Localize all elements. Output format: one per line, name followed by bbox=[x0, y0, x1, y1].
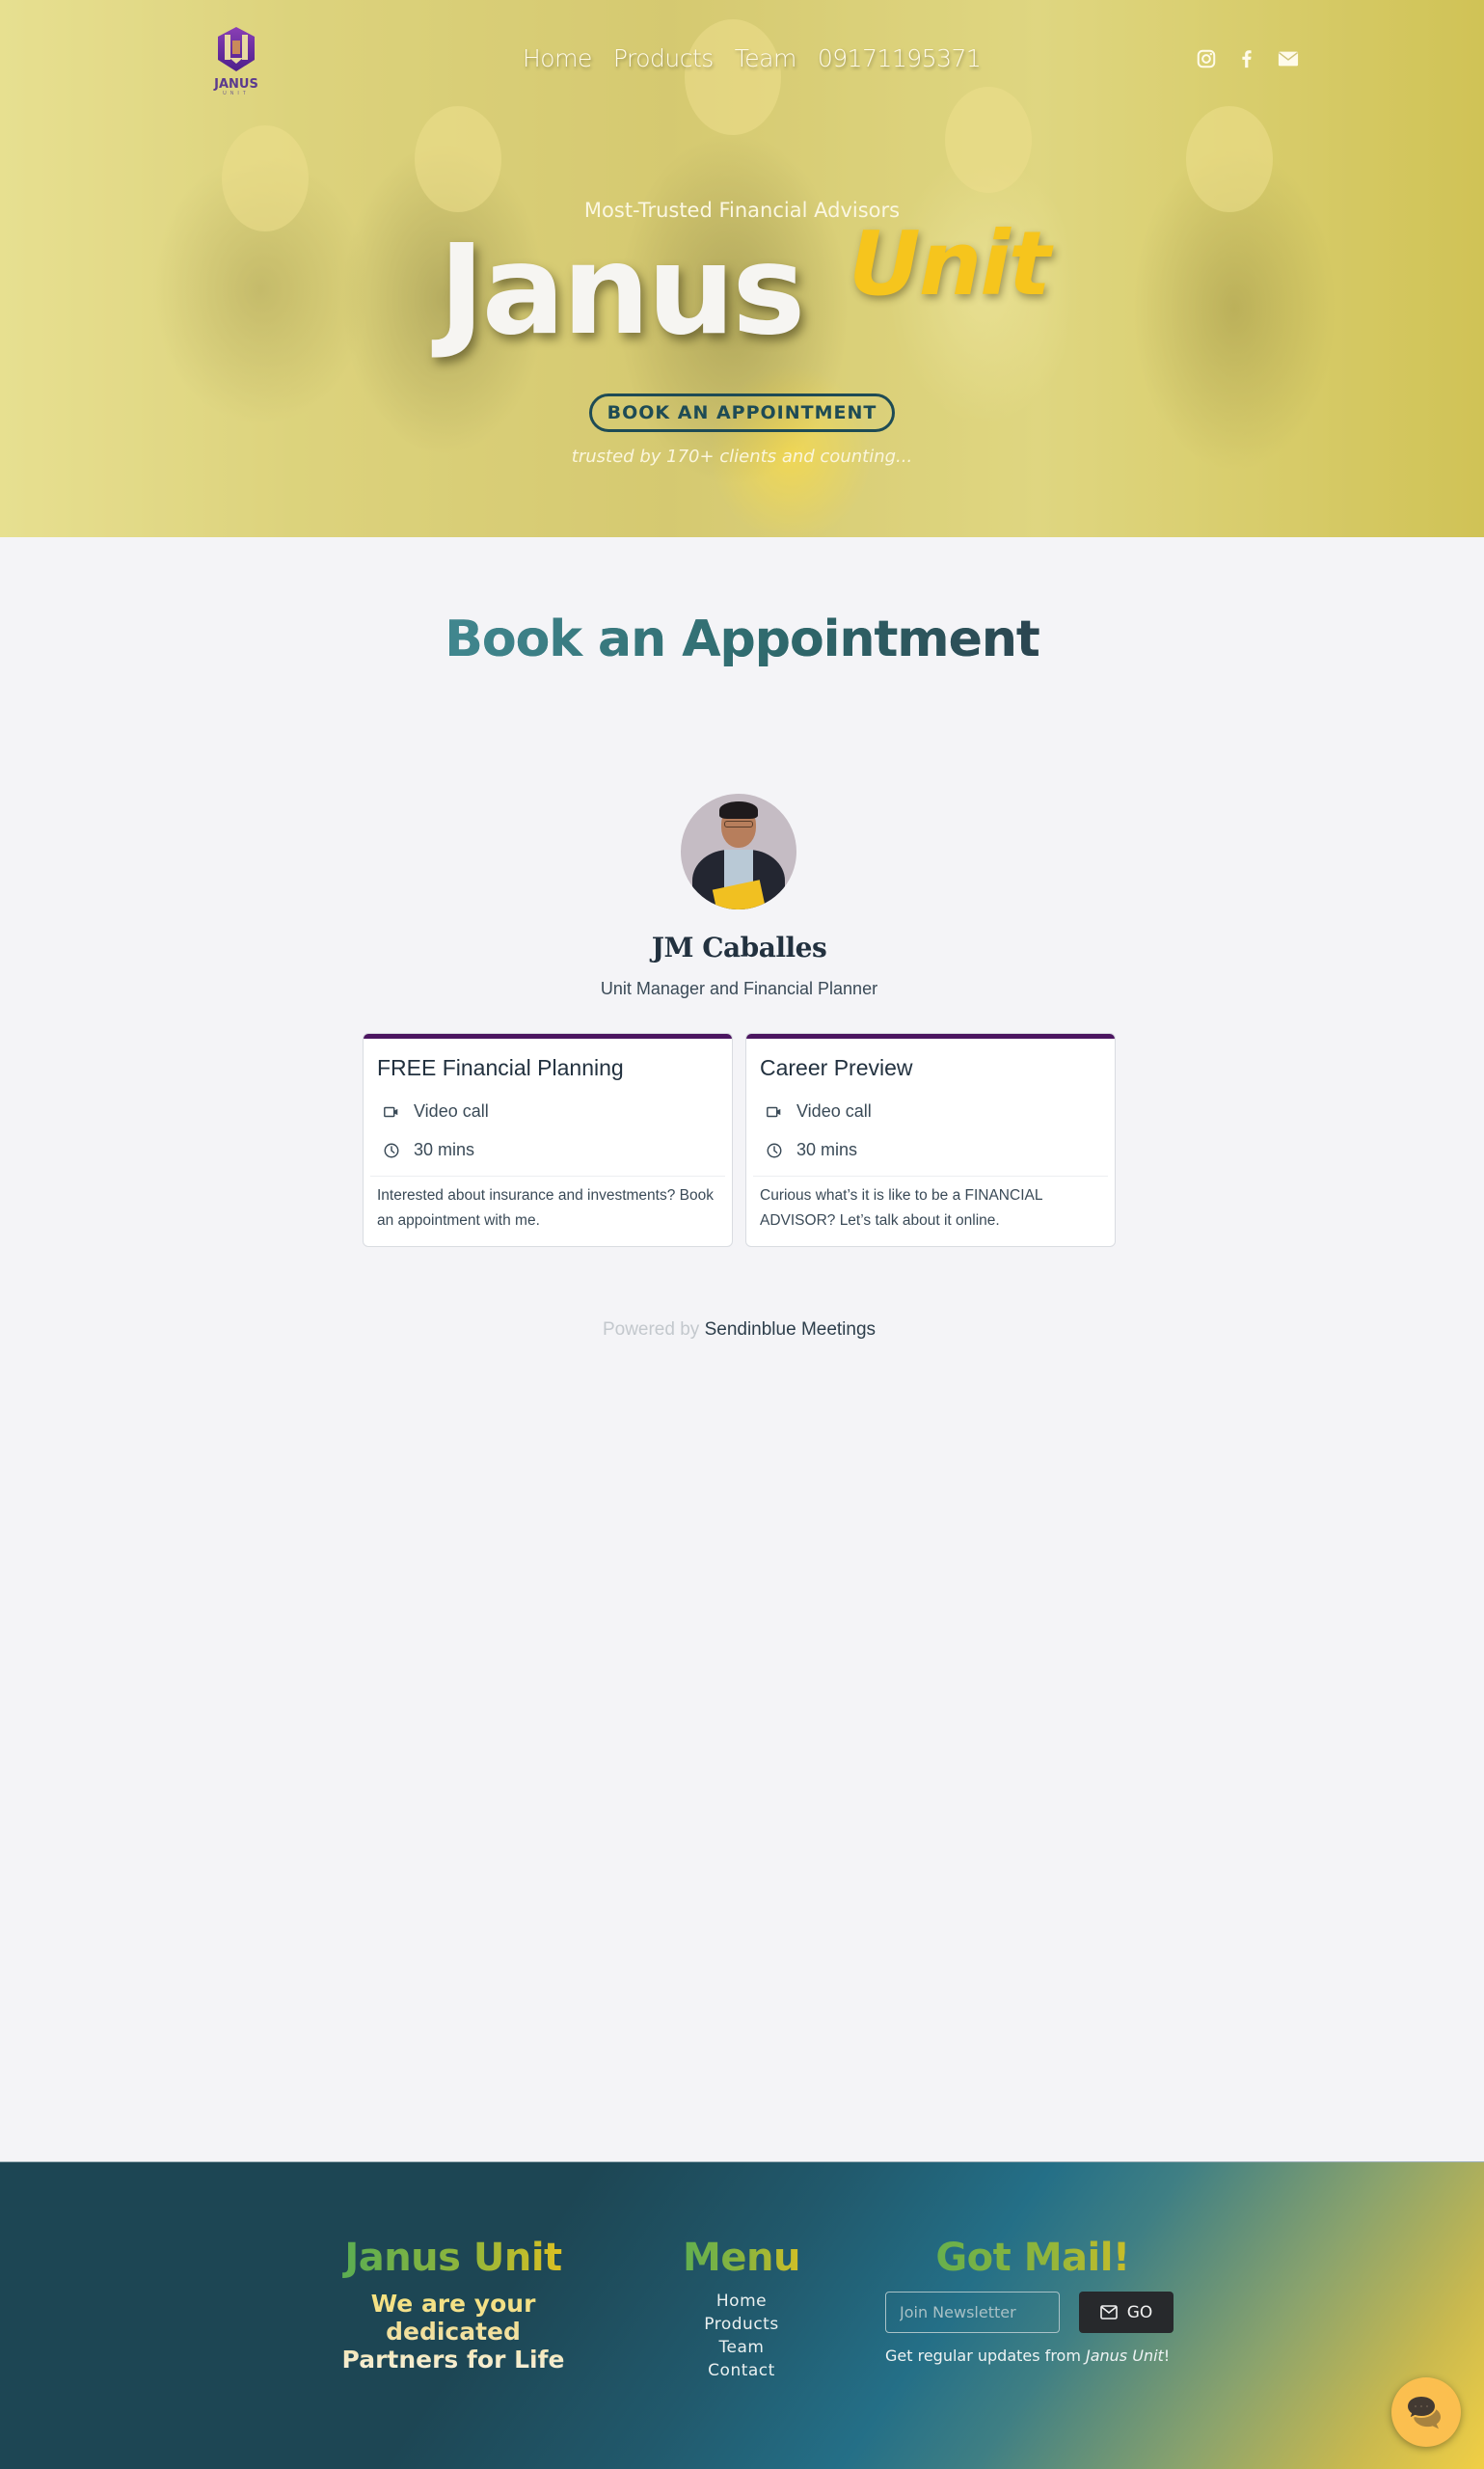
booking-title: Book an Appointment bbox=[0, 610, 1484, 668]
envelope-icon bbox=[1099, 2305, 1118, 2320]
powered-by: Powered by Sendinblue Meetings bbox=[0, 1319, 1478, 1341]
sendinblue-meetings-link[interactable]: Sendinblue Meetings bbox=[705, 1319, 876, 1340]
meeting-title: Career Preview bbox=[760, 1055, 913, 1080]
logo-sub: UNIT bbox=[223, 91, 250, 96]
video-camera-icon bbox=[767, 1106, 781, 1117]
footer-slogan: We are your dedicated Partners for Life bbox=[328, 2290, 579, 2374]
main-nav: Home Products Team 09171195371 bbox=[523, 44, 982, 72]
card-divider bbox=[370, 1176, 725, 1177]
meeting-duration: 30 mins bbox=[383, 1140, 474, 1160]
person-role: Unit Manager and Financial Planner bbox=[600, 979, 878, 998]
meeting-type: Video call bbox=[383, 1101, 489, 1122]
newsletter-note-suffix: ! bbox=[1163, 2347, 1171, 2365]
nav-team[interactable]: Team bbox=[735, 44, 797, 72]
video-camera-icon bbox=[384, 1106, 398, 1117]
nav-products[interactable]: Products bbox=[613, 44, 714, 72]
social-links bbox=[1196, 48, 1299, 69]
footer-menu: Menu Home Products Team Contact bbox=[665, 2236, 818, 2380]
footer-menu-title: Menu bbox=[665, 2236, 818, 2280]
meeting-card-financial-planning[interactable]: FREE Financial Planning Video call 30 mi… bbox=[363, 1033, 733, 1247]
booking-title-text: Book an Appointment bbox=[445, 610, 1039, 668]
hero-banner: JANUS UNIT Home Products Team 0917119537… bbox=[0, 0, 1484, 537]
meeting-type-label: Video call bbox=[414, 1101, 489, 1121]
logo-name: JANUS bbox=[214, 77, 258, 92]
instagram-icon[interactable] bbox=[1196, 48, 1217, 69]
meeting-title: FREE Financial Planning bbox=[377, 1055, 624, 1080]
newsletter-note: Get regular updates from Janus Unit! bbox=[885, 2347, 1174, 2365]
book-appointment-button[interactable]: BOOK AN APPOINTMENT bbox=[589, 393, 895, 432]
hero-title-main: Janus bbox=[439, 219, 805, 363]
footer-link-products[interactable]: Products bbox=[704, 2315, 778, 2334]
meeting-type: Video call bbox=[766, 1101, 872, 1122]
footer-link-contact[interactable]: Contact bbox=[708, 2361, 775, 2380]
newsletter-note-brand: Janus Unit bbox=[1086, 2347, 1164, 2365]
logo-icon bbox=[218, 27, 255, 71]
clock-icon bbox=[384, 1143, 399, 1157]
powered-by-prefix: Powered by bbox=[602, 1319, 700, 1340]
meeting-card-career-preview[interactable]: Career Preview Video call 30 mins Curiou… bbox=[745, 1033, 1116, 1247]
nav-phone[interactable]: 09171195371 bbox=[818, 44, 982, 72]
hero-title-accent: Unit bbox=[849, 212, 1051, 315]
chat-bubbles-icon bbox=[1405, 2394, 1441, 2429]
newsletter-email-input[interactable] bbox=[885, 2292, 1060, 2333]
envelope-icon[interactable] bbox=[1277, 48, 1299, 69]
newsletter-go-label: GO bbox=[1126, 2302, 1153, 2322]
meeting-duration-label: 30 mins bbox=[796, 1140, 858, 1159]
avatar bbox=[681, 794, 796, 909]
nav-home[interactable]: Home bbox=[523, 44, 592, 72]
meeting-description: Interested about insurance and investmen… bbox=[377, 1187, 714, 1229]
clock-icon bbox=[767, 1143, 782, 1157]
logo[interactable]: JANUS UNIT bbox=[204, 25, 268, 96]
footer-brand-title: Janus Unit bbox=[328, 2236, 579, 2280]
newsletter-go-button[interactable]: GO bbox=[1079, 2292, 1174, 2333]
meeting-duration: 30 mins bbox=[766, 1140, 857, 1160]
footer-mail-title: Got Mail! bbox=[885, 2236, 1174, 2280]
chat-widget-button[interactable] bbox=[1391, 2377, 1461, 2447]
hero-trust-text: trusted by 170+ clients and counting... bbox=[571, 447, 913, 467]
person-name: JM Caballes bbox=[651, 932, 827, 963]
newsletter-note-prefix: Get regular updates from bbox=[885, 2347, 1086, 2365]
meeting-type-label: Video call bbox=[796, 1101, 872, 1121]
footer-link-team[interactable]: Team bbox=[719, 2338, 765, 2357]
facebook-icon[interactable] bbox=[1236, 48, 1257, 69]
footer-link-home[interactable]: Home bbox=[716, 2292, 767, 2311]
footer-newsletter: Got Mail! GO Get regular updates from Ja… bbox=[885, 2236, 1174, 2365]
footer-brand: Janus Unit We are your dedicated Partner… bbox=[328, 2236, 579, 2374]
meeting-description: Curious what’s it is like to be a FINANC… bbox=[760, 1187, 1042, 1229]
card-divider bbox=[753, 1176, 1108, 1177]
meeting-duration-label: 30 mins bbox=[414, 1140, 475, 1159]
